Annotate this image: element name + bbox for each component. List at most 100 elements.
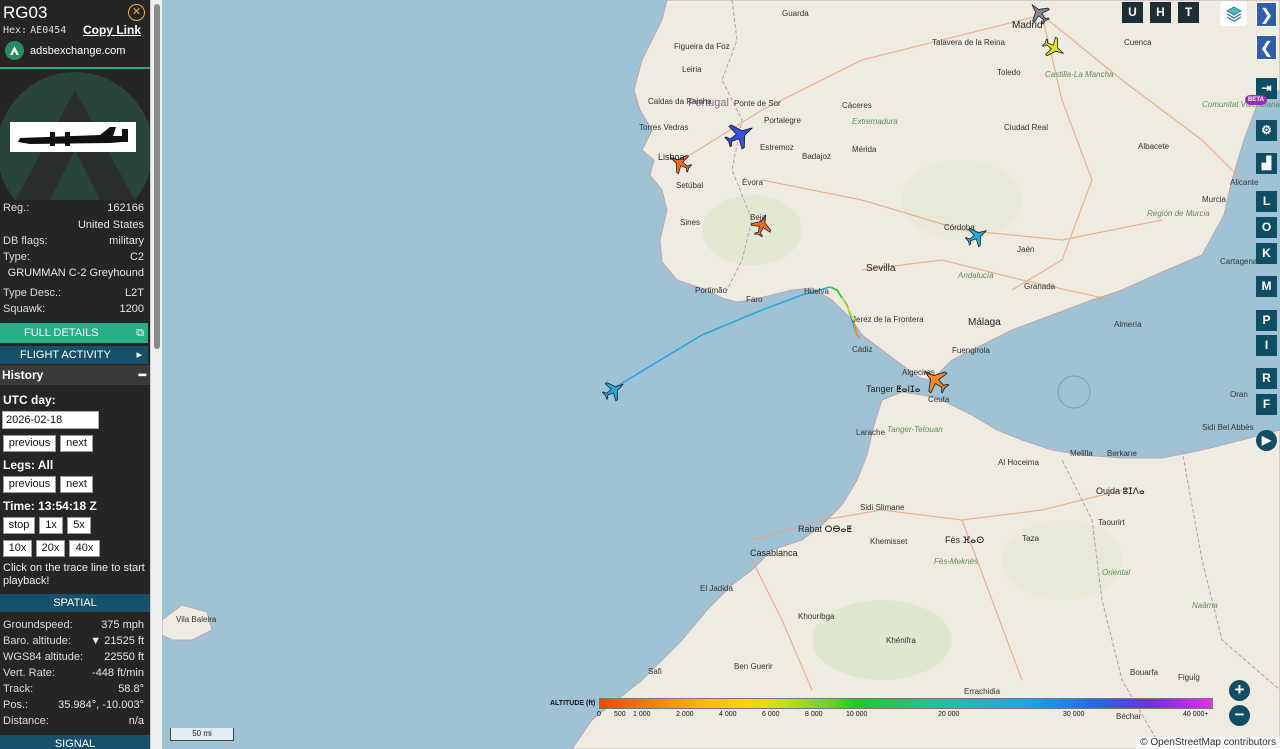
map-label: Berkane — [1107, 449, 1137, 458]
map-label: Sines — [680, 218, 701, 227]
chevron-right-icon: ▸ — [136, 349, 142, 361]
altitude-tick: 40 000+ — [1183, 711, 1209, 718]
map-button-t[interactable]: T — [1178, 2, 1199, 23]
leg-previous-button[interactable]: previous — [3, 476, 56, 493]
map-label: Oran — [1230, 390, 1248, 399]
sidebar-scrollbar[interactable] — [150, 0, 162, 749]
altitude-legend-title: ALTITUDE (ft) — [550, 700, 596, 707]
map-button-o[interactable]: O — [1256, 217, 1277, 238]
chevron-right-icon[interactable]: ❯ — [1256, 2, 1277, 27]
speed-1x-button[interactable]: 1x — [39, 517, 63, 534]
stats-icon[interactable]: ▟ — [1256, 153, 1277, 174]
flight-activity-button[interactable]: FLIGHT ACTIVITY ▸ — [0, 346, 148, 364]
squawk-value: 1200 — [119, 303, 144, 315]
map-label: Granada — [1024, 282, 1056, 291]
map-attribution[interactable]: © OpenStreetMap contributors — [1136, 737, 1280, 749]
map-button-l[interactable]: L — [1256, 191, 1277, 212]
speed-stop-button[interactable]: stop — [3, 517, 35, 534]
map-view[interactable]: Portugal Lisboa Setúbal Évora Beja Faro … — [162, 0, 1280, 749]
speed-10x-button[interactable]: 10x — [3, 540, 32, 557]
map-label: Alicante — [1230, 178, 1259, 187]
map-label: Guarda — [782, 9, 809, 18]
hex-label: Hex: — [3, 25, 28, 36]
close-icon[interactable]: ✕ — [128, 4, 145, 21]
map-button-i[interactable]: I — [1256, 335, 1277, 356]
flight-trace — [613, 286, 858, 389]
layers-button[interactable] — [1220, 1, 1247, 26]
zoom-out-button[interactable]: − — [1229, 705, 1250, 726]
zoom-in-button[interactable]: + — [1229, 680, 1250, 701]
map-button-u[interactable]: U — [1122, 2, 1143, 23]
map-button-h[interactable]: H — [1150, 2, 1171, 23]
map-button-m[interactable]: M — [1256, 276, 1277, 297]
speed-20x-button[interactable]: 20x — [36, 540, 65, 557]
history-header[interactable]: History ━ — [0, 365, 150, 385]
map-label: Beja — [750, 213, 767, 222]
map-label: Córdoba — [944, 223, 975, 232]
type-desc-value: L2T — [125, 287, 144, 299]
position-label: Pos.: — [3, 699, 29, 711]
distance-label: Distance: — [3, 715, 49, 727]
map-label: Casablanca — [750, 548, 798, 558]
map-label: Évora — [742, 178, 763, 187]
map-label: Al Hoceima — [998, 458, 1039, 467]
map-button-r[interactable]: R — [1256, 368, 1277, 389]
leg-next-button[interactable]: next — [60, 476, 93, 493]
map-label: Ceuta — [928, 395, 950, 404]
db-flags-label: DB flags: — [3, 235, 48, 247]
map-button-f[interactable]: F — [1256, 394, 1277, 415]
map-label: El Jadida — [700, 584, 733, 593]
day-previous-button[interactable]: previous — [3, 435, 56, 452]
map-label: Fès-Meknès — [934, 557, 979, 566]
copy-link[interactable]: Copy Link — [83, 23, 141, 37]
baro-altitude-value: ▼ 21525 ft — [90, 635, 144, 647]
speed-40x-button[interactable]: 40x — [69, 540, 100, 557]
map-label: Cartagena — [1220, 257, 1258, 266]
adsbx-logo-icon — [5, 41, 24, 60]
chevron-left-icon[interactable]: ❮ — [1256, 35, 1277, 60]
map-label: Huelva — [804, 287, 829, 296]
beta-badge: BETA — [1245, 95, 1267, 105]
map-label: Leiria — [682, 65, 702, 74]
map-label: Bouarfa — [1130, 668, 1159, 677]
map-label: Ponte de Sor — [734, 99, 781, 108]
altitude-tick: 500 — [614, 711, 626, 718]
map-button-p[interactable]: P — [1256, 310, 1277, 331]
map-button-k[interactable]: K — [1256, 243, 1277, 264]
history-title: History — [2, 368, 44, 382]
aircraft-marker-selected — [601, 382, 624, 402]
map-label: Faro — [746, 295, 763, 304]
altitude-tick: 8 000 — [805, 711, 823, 718]
gear-icon[interactable]: ⚙ — [1256, 120, 1277, 141]
spatial-header[interactable]: SPATIAL — [0, 594, 150, 612]
utc-day-label: UTC day: — [3, 393, 56, 407]
map-base — [162, 0, 1280, 749]
altitude-color-bar — [599, 698, 1213, 709]
adsbx-link[interactable]: adsbexchange.com — [5, 41, 125, 60]
altitude-tick: 10 000 — [846, 711, 868, 718]
collapse-icon: ━ — [138, 368, 146, 382]
map-label: Sidi Slimane — [860, 503, 905, 512]
layers-icon — [1225, 6, 1242, 22]
signal-header[interactable]: SIGNAL — [0, 735, 150, 749]
type-label: Type: — [3, 251, 30, 263]
altitude-tick: 1 000 — [633, 711, 651, 718]
speed-5x-button[interactable]: 5x — [67, 517, 91, 534]
full-details-label: FULL DETAILS — [24, 327, 99, 339]
map-label: Sevilla — [866, 263, 896, 274]
map-label: Tanger ⵟⴰⵏⵊⴰ — [866, 384, 921, 394]
play-icon[interactable]: ▶ — [1256, 430, 1277, 451]
scrollbar-thumb[interactable] — [154, 4, 160, 349]
map-label: Andalucía — [958, 271, 994, 280]
wgs84-altitude-label: WGS84 altitude: — [3, 651, 84, 663]
map-label: Larache — [856, 428, 885, 437]
full-details-button[interactable]: FULL DETAILS ⧉ — [0, 323, 148, 343]
map-label: Safi — [648, 667, 662, 676]
baro-altitude-row: Baro. altitude: ▼ 21525 ft — [3, 635, 144, 647]
day-next-button[interactable]: next — [60, 435, 93, 452]
map-label: Estremoz — [760, 143, 794, 152]
map-label: Tanger-Tetouan — [887, 425, 943, 434]
type-row: Type: C2 — [3, 251, 144, 263]
date-input[interactable]: 2026-02-18 — [2, 411, 99, 429]
map-label: Algeciras — [902, 368, 935, 377]
